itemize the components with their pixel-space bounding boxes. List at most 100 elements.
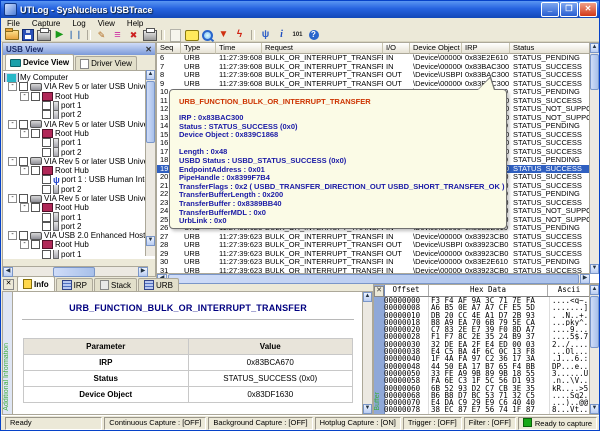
usb-view-close-icon[interactable]: ✕ bbox=[145, 45, 152, 54]
column-header-i-o[interactable]: I/O bbox=[383, 43, 410, 54]
scroll-up-icon[interactable]: ▲ bbox=[590, 285, 599, 295]
tree-vertical-scrollbar[interactable]: ▲ ▼ bbox=[145, 70, 155, 256]
tab-info[interactable]: Info bbox=[17, 276, 55, 291]
tree-checkbox[interactable] bbox=[42, 138, 51, 147]
tree-item[interactable]: port 1 bbox=[3, 250, 155, 259]
tab-stack[interactable]: Stack bbox=[94, 278, 137, 291]
column-header-device-object[interactable]: Device Object bbox=[410, 43, 462, 54]
tooltip-toggle-button[interactable] bbox=[184, 29, 199, 41]
tree-checkbox[interactable] bbox=[42, 148, 51, 157]
trigger-button[interactable]: ϟ bbox=[232, 29, 247, 41]
buffer-panel-close-icon[interactable]: ✕ bbox=[374, 286, 384, 297]
scroll-thumb[interactable] bbox=[146, 81, 155, 143]
binary-view-button[interactable]: 101 bbox=[290, 29, 305, 41]
table-row[interactable]: 27URB11:27:39:623BULK_OR_INTERRUPT_TRANS… bbox=[157, 233, 599, 242]
scroll-thumb[interactable] bbox=[590, 54, 599, 90]
scroll-down-icon[interactable]: ▼ bbox=[590, 404, 599, 414]
tree-horizontal-scrollbar[interactable]: ◀ ▶ bbox=[3, 266, 148, 276]
info-panel-close-icon[interactable]: ✕ bbox=[3, 279, 14, 290]
tree-expander-icon[interactable]: - bbox=[8, 120, 17, 129]
log-columns-button[interactable]: ≡ bbox=[110, 29, 125, 41]
tree-checkbox[interactable] bbox=[31, 203, 40, 212]
tab-urb[interactable]: URB bbox=[138, 278, 179, 291]
tree-checkbox[interactable] bbox=[42, 175, 51, 184]
tree-expander-icon[interactable]: - bbox=[8, 82, 17, 91]
tab-irp[interactable]: IRP bbox=[56, 278, 93, 291]
tree-item[interactable]: -VIA Rev 5 or later USB Universal Host C bbox=[3, 194, 155, 203]
tree-expander-icon[interactable]: - bbox=[20, 92, 29, 101]
menu-log[interactable]: Log bbox=[66, 18, 91, 29]
menu-view[interactable]: View bbox=[92, 18, 121, 29]
tree-item[interactable]: -Root Hub bbox=[3, 92, 155, 101]
hex-vertical-scrollbar[interactable]: ▲ ▼ bbox=[589, 285, 599, 414]
tree-expander-icon[interactable]: - bbox=[20, 203, 29, 212]
tree-item[interactable]: port 1 bbox=[3, 212, 155, 221]
tree-expander-icon[interactable]: - bbox=[8, 231, 17, 240]
scroll-down-icon[interactable]: ▼ bbox=[590, 264, 599, 274]
find-button[interactable] bbox=[200, 29, 215, 41]
scroll-down-icon[interactable]: ▼ bbox=[363, 404, 372, 414]
tree-item[interactable]: port 1 bbox=[3, 138, 155, 147]
tree-expander-icon[interactable]: - bbox=[8, 157, 17, 166]
tree-item[interactable]: port 1 bbox=[3, 101, 155, 110]
column-header-time[interactable]: Time bbox=[216, 43, 262, 54]
tree-item[interactable]: -VIA USB 2.0 Enhanced Host Controller bbox=[3, 231, 155, 240]
tree-item[interactable]: -VIA Rev 5 or later USB Universal Host C bbox=[3, 119, 155, 128]
table-row[interactable]: 9URB11:27:39:608BULK_OR_INTERRUPT_TRANSF… bbox=[157, 80, 599, 89]
tree-checkbox[interactable] bbox=[31, 129, 40, 138]
scroll-thumb[interactable] bbox=[590, 296, 599, 348]
tree-expander-icon[interactable]: - bbox=[20, 240, 29, 249]
tree-item[interactable]: ψport 1 : USB Human Interface D bbox=[3, 175, 155, 184]
scroll-left-icon[interactable]: ◀ bbox=[3, 267, 13, 277]
delete-button[interactable]: ✖ bbox=[126, 29, 141, 41]
table-row[interactable]: 28URB11:27:39:623BULK_OR_INTERRUPT_TRANS… bbox=[157, 241, 599, 250]
tree-item[interactable]: -Root Hub bbox=[3, 166, 155, 175]
table-row[interactable]: 29URB11:27:39:623BULK_OR_INTERRUPT_TRANS… bbox=[157, 250, 599, 259]
tree-item[interactable]: port 2 bbox=[3, 185, 155, 194]
export-button[interactable] bbox=[36, 29, 51, 41]
tab-device-view[interactable]: Device View bbox=[5, 54, 74, 70]
tree-checkbox[interactable] bbox=[19, 157, 28, 166]
scroll-thumb[interactable] bbox=[53, 267, 95, 277]
close-button[interactable]: ✕ bbox=[579, 2, 597, 17]
tree-checkbox[interactable] bbox=[42, 110, 51, 119]
tree-checkbox[interactable] bbox=[19, 231, 28, 240]
restore-button[interactable]: ❐ bbox=[560, 2, 578, 17]
tree-checkbox[interactable] bbox=[19, 82, 28, 91]
tree-item[interactable]: My Computer bbox=[3, 73, 155, 82]
tree-checkbox[interactable] bbox=[42, 222, 51, 231]
open-button[interactable] bbox=[4, 29, 19, 41]
help-button[interactable]: ? bbox=[306, 29, 321, 41]
column-header-seq[interactable]: Seq bbox=[157, 43, 181, 54]
clear-display-button[interactable]: ✎ bbox=[94, 29, 109, 41]
tree-item[interactable]: -VIA Rev 5 or later USB Universal Host C bbox=[3, 82, 155, 91]
save-button[interactable] bbox=[20, 29, 35, 41]
scroll-right-icon[interactable]: ▶ bbox=[138, 267, 148, 277]
report-button[interactable] bbox=[168, 29, 183, 41]
tree-item[interactable]: port 2 bbox=[3, 147, 155, 156]
tab-driver-view[interactable]: Driver View bbox=[75, 56, 137, 70]
tree-item[interactable]: port 2 bbox=[3, 222, 155, 231]
tree-item[interactable]: port 2 bbox=[3, 110, 155, 119]
tree-checkbox[interactable] bbox=[42, 213, 51, 222]
scroll-right-icon[interactable]: ▶ bbox=[580, 274, 590, 284]
tree-item[interactable]: -VIA Rev 5 or later USB Universal Host C bbox=[3, 157, 155, 166]
tree-expander-icon[interactable]: - bbox=[8, 194, 17, 203]
scroll-up-icon[interactable]: ▲ bbox=[590, 43, 599, 53]
tree-item[interactable]: -Root Hub bbox=[3, 203, 155, 212]
tree-checkbox[interactable] bbox=[19, 194, 28, 203]
column-header-status[interactable]: Status bbox=[510, 43, 592, 54]
tree-checkbox[interactable] bbox=[31, 92, 40, 101]
pause-button[interactable]: ❘❘ bbox=[68, 29, 83, 41]
table-row[interactable]: 6URB11:27:39:608BULK_OR_INTERRUPT_TRANSF… bbox=[157, 54, 599, 63]
tree-checkbox[interactable] bbox=[31, 240, 40, 249]
column-header-type[interactable]: Type bbox=[181, 43, 216, 54]
table-row[interactable]: 8URB11:27:39:608BULK_OR_INTERRUPT_TRANSF… bbox=[157, 71, 599, 80]
tree-checkbox[interactable] bbox=[19, 120, 28, 129]
filter-button[interactable]: ▼ bbox=[216, 29, 231, 41]
title-bar[interactable]: UTLog - SysNucleus USBTrace _ ❐ ✕ bbox=[1, 1, 599, 18]
column-header-request[interactable]: Request bbox=[262, 43, 383, 54]
tree-expander-icon[interactable]: - bbox=[20, 166, 29, 175]
info-button[interactable]: i bbox=[274, 29, 289, 41]
usb-device-button[interactable]: ψ bbox=[258, 29, 273, 41]
